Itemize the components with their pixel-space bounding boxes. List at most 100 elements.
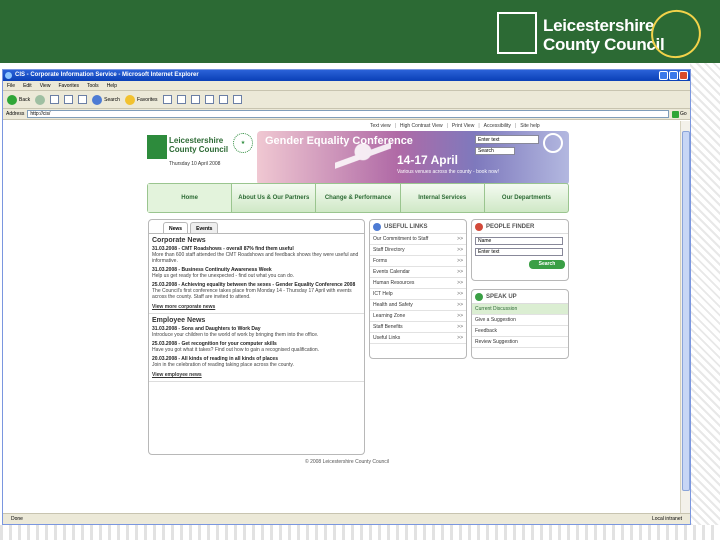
history-icon[interactable]: [162, 95, 172, 104]
nav-internal-services[interactable]: Internal Services: [399, 184, 484, 212]
link-accessibility[interactable]: Accessibility: [478, 123, 511, 129]
site-search-input[interactable]: Enter text: [475, 135, 539, 144]
speak-up-item[interactable]: Feedback: [472, 326, 568, 337]
magnifier-icon[interactable]: [543, 133, 563, 153]
vertical-scrollbar[interactable]: [680, 121, 690, 514]
current-date: Thursday 10 April 2008: [169, 161, 221, 167]
speak-up-item[interactable]: Current Discussion: [472, 304, 568, 315]
news-item-desc: Join in the celebration of reading takin…: [152, 362, 294, 368]
nav-our-departments[interactable]: Our Departments: [483, 184, 568, 212]
banner-dates: 14-17 April: [397, 153, 458, 167]
speak-up-item[interactable]: Review Suggestion: [472, 337, 568, 348]
people-finder-title: PEOPLE FINDER: [472, 220, 568, 234]
news-item[interactable]: 31.03.2008 - CMT Roadshows - overall 87%…: [149, 245, 364, 266]
chevron-right-icon: >>: [457, 302, 463, 308]
news-tabs: News Events: [149, 220, 364, 234]
people-finder-search-button[interactable]: Search: [529, 260, 565, 269]
slide-header: Leicestershire County Council: [0, 0, 720, 65]
useful-link[interactable]: Staff Directory >>: [370, 245, 466, 256]
council-logo: Leicestershire County Council: [497, 3, 708, 65]
useful-link[interactable]: Health and Safety >>: [370, 300, 466, 311]
close-button[interactable]: [679, 71, 688, 80]
scrollbar-thumb[interactable]: [682, 131, 690, 491]
forward-button[interactable]: [35, 94, 46, 105]
back-button[interactable]: Back: [7, 94, 30, 105]
useful-link[interactable]: Useful Links >>: [370, 333, 466, 344]
menu-edit[interactable]: Edit: [23, 81, 32, 90]
chevron-right-icon: >>: [457, 313, 463, 319]
useful-links-panel: USEFUL LINKS Our Commitment to Staff >> S…: [369, 219, 467, 359]
useful-link[interactable]: Learning Zone >>: [370, 311, 466, 322]
view-employee-news-link[interactable]: View employee news: [149, 370, 364, 382]
tab-news[interactable]: News: [163, 222, 189, 233]
menu-help[interactable]: Help: [107, 81, 117, 90]
maximize-button[interactable]: [669, 71, 678, 80]
intranet-page: Text view High Contrast View Print View …: [145, 121, 573, 514]
menu-view[interactable]: View: [40, 81, 51, 90]
edit-icon[interactable]: [204, 95, 214, 104]
news-item-desc: Introduce your children to the world of …: [152, 332, 319, 338]
people-finder-input[interactable]: Enter text: [475, 248, 563, 256]
link-site-help[interactable]: Site help: [515, 123, 539, 129]
messenger-icon[interactable]: [218, 95, 228, 104]
chevron-right-icon: >>: [457, 236, 463, 242]
useful-link[interactable]: Our Commitment to Staff >>: [370, 234, 466, 245]
speak-up-title: SPEAK UP: [472, 290, 568, 304]
page-viewport: Text view High Contrast View Print View …: [3, 121, 681, 514]
refresh-icon[interactable]: [64, 95, 74, 104]
favorites-button[interactable]: Favorites: [124, 94, 158, 105]
tab-events[interactable]: Events: [190, 222, 219, 233]
chevron-right-icon: >>: [457, 291, 463, 297]
search-scope-select[interactable]: Search: [475, 147, 515, 155]
people-finder-select[interactable]: Name: [475, 237, 563, 245]
link-high-contrast[interactable]: High Contrast View: [395, 123, 443, 129]
news-item[interactable]: 25.03.2008 - Get recognition for your co…: [149, 340, 364, 355]
news-item[interactable]: 31.03.2008 - Business Continuity Awarene…: [149, 266, 364, 281]
useful-link[interactable]: Events Calendar >>: [370, 267, 466, 278]
news-item-desc: The Council's first conference takes pla…: [152, 288, 352, 300]
mail-icon[interactable]: [176, 95, 186, 104]
corporate-news-heading: Corporate News: [152, 237, 206, 244]
council-name-line2: County Council: [543, 35, 665, 54]
chevron-right-icon: >>: [457, 335, 463, 341]
speak-up-item[interactable]: Give a Suggestion: [472, 315, 568, 326]
news-item[interactable]: 20.03.2008 - All kinds of reading in all…: [149, 355, 364, 370]
speak-up-panel: SPEAK UP Current Discussion Give a Sugge…: [471, 289, 569, 359]
status-text: Done: [11, 516, 23, 522]
forward-arrow-icon: [35, 94, 46, 105]
useful-link[interactable]: Staff Benefits >>: [370, 322, 466, 333]
news-item-desc: Help us get ready for the unexpected - f…: [152, 273, 295, 279]
search-button[interactable]: Search: [92, 94, 120, 105]
main-nav: Home About Us & Our Partners Change & Pe…: [147, 183, 569, 213]
home-icon[interactable]: [78, 95, 88, 104]
excellent-seal: [644, 3, 708, 65]
address-input[interactable]: http://cis/: [27, 110, 669, 118]
nav-home[interactable]: Home: [148, 184, 232, 212]
chevron-right-icon: >>: [457, 280, 463, 286]
menu-tools[interactable]: Tools: [87, 81, 99, 90]
minimize-button[interactable]: [659, 71, 668, 80]
news-item[interactable]: 31.03.2008 - Sons and Daughters to Work …: [149, 325, 364, 340]
stop-icon[interactable]: [50, 95, 60, 104]
chevron-right-icon: >>: [457, 269, 463, 275]
nav-change-performance[interactable]: Change & Performance: [315, 184, 399, 212]
go-button[interactable]: Go: [672, 110, 690, 118]
useful-link[interactable]: Human Resources >>: [370, 278, 466, 289]
link-print-view[interactable]: Print View: [447, 123, 474, 129]
useful-link[interactable]: Forms >>: [370, 256, 466, 267]
link-text-view[interactable]: Text view: [370, 123, 391, 129]
menu-file[interactable]: File: [7, 81, 15, 90]
bluetooth-icon[interactable]: [232, 95, 242, 104]
security-zone: Local intranet: [651, 516, 682, 522]
people-finder-panel: PEOPLE FINDER Name Enter text Search: [471, 219, 569, 281]
nav-about-us[interactable]: About Us & Our Partners: [231, 184, 315, 212]
menu-favorites[interactable]: Favorites: [58, 81, 79, 90]
view-corporate-news-link[interactable]: View more corporate news: [149, 302, 364, 314]
print-icon[interactable]: [190, 95, 200, 104]
chevron-right-icon: >>: [457, 247, 463, 253]
toolbar: Back Search Favorites: [3, 91, 690, 109]
stars-badge-icon: ★: [233, 133, 253, 153]
news-item[interactable]: 25.03.2008 - Achieving equality between …: [149, 281, 364, 302]
useful-link[interactable]: ICT Help >>: [370, 289, 466, 300]
go-arrow-icon: [672, 110, 679, 118]
